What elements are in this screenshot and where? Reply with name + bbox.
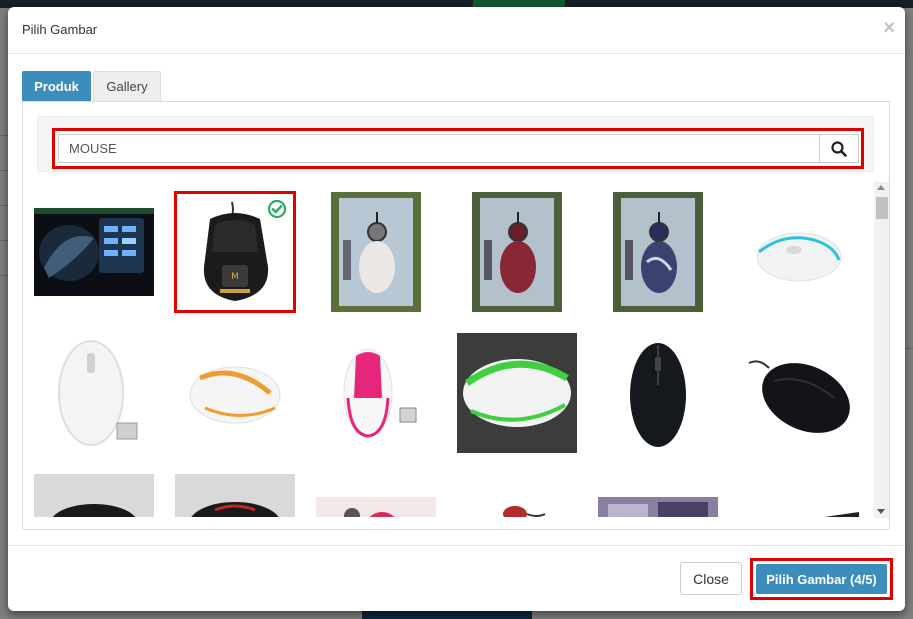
modal-title: Pilih Gambar — [22, 22, 98, 37]
mouse-packaging-partial-image — [598, 474, 718, 517]
tab-gallery[interactable]: Gallery — [93, 71, 161, 101]
thumbnail-item[interactable] — [174, 332, 296, 454]
thumbnail-scrollbar[interactable] — [874, 182, 889, 518]
white-pink-mouse-image — [326, 338, 426, 448]
search-icon — [831, 140, 847, 157]
modal-footer: Close Pilih Gambar (4/5) — [8, 545, 905, 611]
thumbnail-item[interactable] — [33, 473, 155, 517]
black-logitech-mouse-image — [613, 333, 703, 453]
search-highlight — [52, 128, 864, 169]
scroll-down-arrow[interactable] — [877, 509, 885, 514]
scroll-up-arrow[interactable] — [877, 185, 885, 190]
thumbnail-item[interactable] — [33, 191, 155, 313]
white-orange-mouse-image — [180, 353, 290, 433]
pick-image-button[interactable]: Pilih Gambar (4/5) — [756, 564, 887, 594]
scrollbar-thumb[interactable] — [876, 197, 888, 219]
thumbnail-item[interactable] — [738, 473, 860, 517]
thumbnail-item[interactable] — [597, 191, 719, 313]
pick-button-highlight: Pilih Gambar (4/5) — [750, 558, 893, 600]
image-picker-modal: Pilih Gambar × Produk Gallery MOUSE M Cl… — [8, 7, 905, 611]
modal-header: Pilih Gambar × — [8, 7, 905, 54]
thumbnail-item[interactable] — [315, 332, 437, 454]
search-bar — [37, 116, 874, 172]
retractable-mouse-partial-image — [316, 474, 436, 517]
black-mouse-partial-image — [34, 474, 154, 517]
search-button[interactable] — [819, 134, 859, 163]
thumbnail-grid: M — [24, 182, 875, 517]
gaming-mousepad-image — [34, 208, 154, 296]
check-circle-icon — [267, 199, 287, 219]
tab-panel-produk: M — [22, 101, 890, 530]
thumbnail-item[interactable] — [456, 332, 578, 454]
thumbnail-item-selected[interactable]: M — [174, 191, 296, 313]
white-green-mouse-image — [457, 333, 577, 453]
black-red-mouse-partial-image — [175, 474, 295, 517]
thumbnail-item[interactable] — [456, 191, 578, 313]
thumbnail-item[interactable] — [456, 473, 578, 517]
white-cyan-mouse-image — [744, 212, 854, 292]
thumbnail-item[interactable] — [597, 473, 719, 517]
thumbnail-item[interactable] — [597, 332, 719, 454]
thumbnail-item[interactable] — [315, 191, 437, 313]
close-button[interactable]: Close — [680, 562, 742, 595]
tab-produk[interactable]: Produk — [22, 71, 91, 101]
red-retractable-mouse-partial-image — [457, 474, 577, 517]
keyboard-partial-image — [739, 474, 859, 517]
search-input[interactable] — [58, 134, 820, 163]
retractable-mouse-red-pack-image — [472, 192, 562, 312]
thumbnail-item[interactable] — [174, 473, 296, 517]
thumbnail-item[interactable] — [315, 473, 437, 517]
thumbnail-item[interactable] — [738, 332, 860, 454]
retractable-mouse-white-pack-image — [331, 192, 421, 312]
white-wireless-mouse-image — [39, 333, 149, 453]
svg-text:M: M — [231, 272, 239, 282]
retractable-mouse-blue-pack-image — [613, 192, 703, 312]
close-icon[interactable]: × — [883, 18, 895, 38]
thumbnail-item[interactable] — [33, 332, 155, 454]
black-logitech-mouse-side-image — [744, 343, 854, 443]
thumbnail-item[interactable] — [738, 191, 860, 313]
